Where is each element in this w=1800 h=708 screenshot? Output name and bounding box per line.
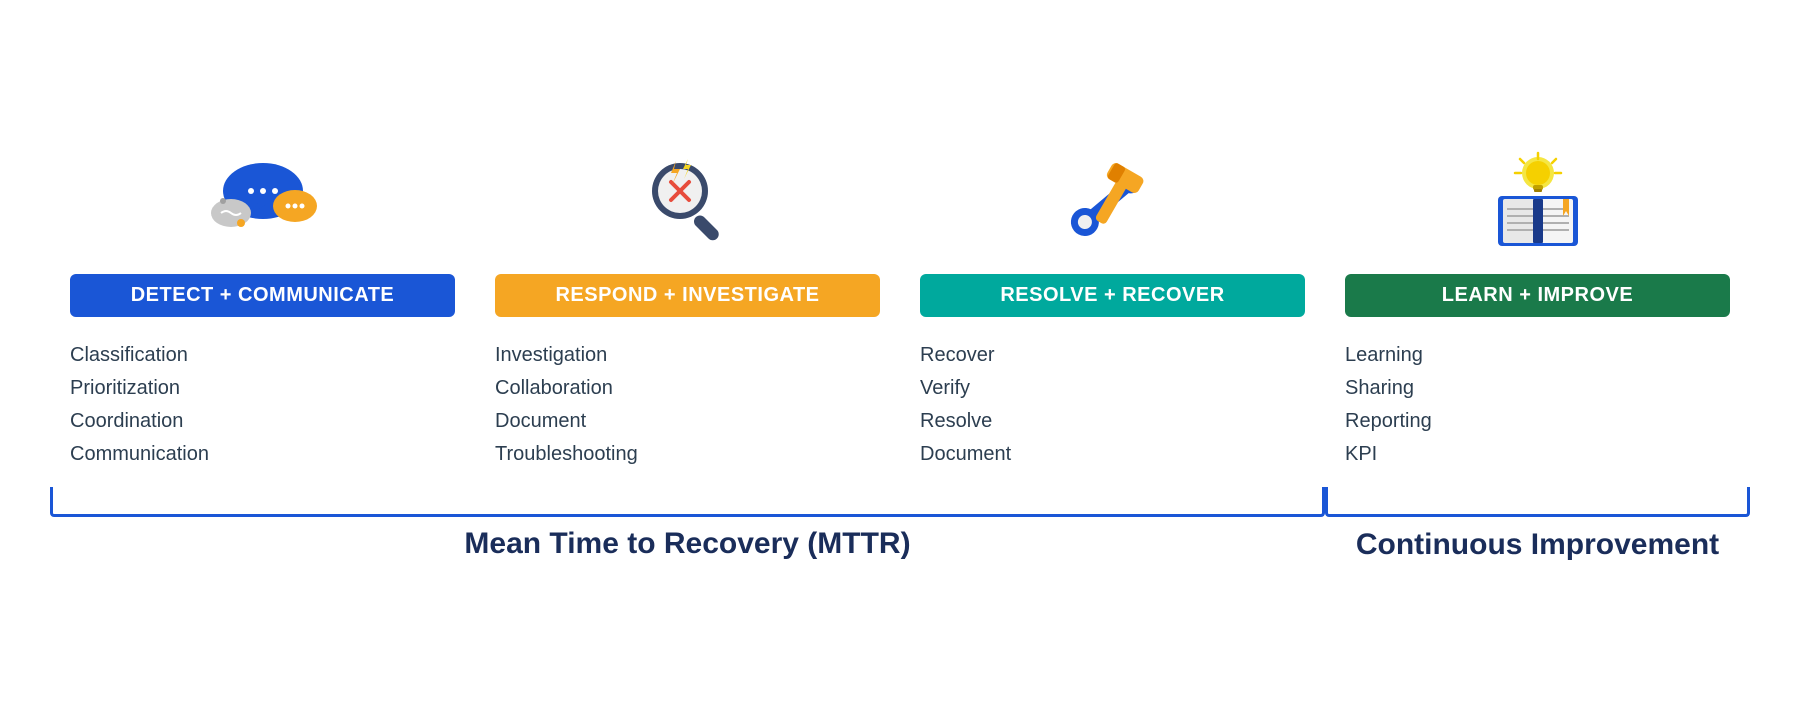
columns-row: DETECT + COMMUNICATE Classification Prio… <box>50 146 1750 471</box>
book-lightbulb-icon <box>1483 151 1593 251</box>
list-item: Document <box>920 438 1305 471</box>
main-container: DETECT + COMMUNICATE Classification Prio… <box>50 146 1750 563</box>
list-item: Document <box>495 405 880 438</box>
detect-badge: DETECT + COMMUNICATE <box>70 274 455 317</box>
ci-label: Continuous Improvement <box>1356 527 1719 563</box>
list-item: KPI <box>1345 438 1730 471</box>
list-item: Reporting <box>1345 405 1730 438</box>
column-learn: LEARN + IMPROVE Learning Sharing Reporti… <box>1325 146 1750 471</box>
learn-icon-area <box>1345 146 1730 256</box>
list-item: Learning <box>1345 339 1730 372</box>
list-item: Communication <box>70 438 455 471</box>
ci-section: Continuous Improvement <box>1325 487 1750 563</box>
detect-list: Classification Prioritization Coordinati… <box>70 339 455 471</box>
column-detect: DETECT + COMMUNICATE Classification Prio… <box>50 146 475 471</box>
list-item: Resolve <box>920 405 1305 438</box>
detect-icon-area <box>70 146 455 256</box>
list-item: Verify <box>920 372 1305 405</box>
resolve-icon-area <box>920 146 1305 256</box>
list-item: Recover <box>920 339 1305 372</box>
list-item: Prioritization <box>70 372 455 405</box>
list-item: Troubleshooting <box>495 438 880 471</box>
list-item: Coordination <box>70 405 455 438</box>
list-item: Sharing <box>1345 372 1730 405</box>
list-item: Collaboration <box>495 372 880 405</box>
list-item: Investigation <box>495 339 880 372</box>
learn-list: Learning Sharing Reporting KPI <box>1345 339 1730 471</box>
respond-icon-area <box>495 146 880 256</box>
magnifier-icon <box>638 151 738 251</box>
resolve-badge: RESOLVE + RECOVER <box>920 274 1305 317</box>
mttr-section: Mean Time to Recovery (MTTR) <box>50 487 1325 563</box>
list-item: Classification <box>70 339 455 372</box>
bottom-section: Mean Time to Recovery (MTTR) Continuous … <box>50 487 1750 563</box>
mttr-bracket <box>50 487 1325 517</box>
respond-list: Investigation Collaboration Document Tro… <box>495 339 880 471</box>
respond-badge: RESPOND + INVESTIGATE <box>495 274 880 317</box>
resolve-list: Recover Verify Resolve Document <box>920 339 1305 471</box>
chat-bubbles-icon <box>203 151 323 251</box>
tools-icon <box>1058 151 1168 251</box>
column-respond: RESPOND + INVESTIGATE Investigation Coll… <box>475 146 900 471</box>
mttr-label: Mean Time to Recovery (MTTR) <box>464 527 910 561</box>
ci-bracket <box>1325 487 1750 517</box>
column-resolve: RESOLVE + RECOVER Recover Verify Resolve… <box>900 146 1325 471</box>
learn-badge: LEARN + IMPROVE <box>1345 274 1730 317</box>
